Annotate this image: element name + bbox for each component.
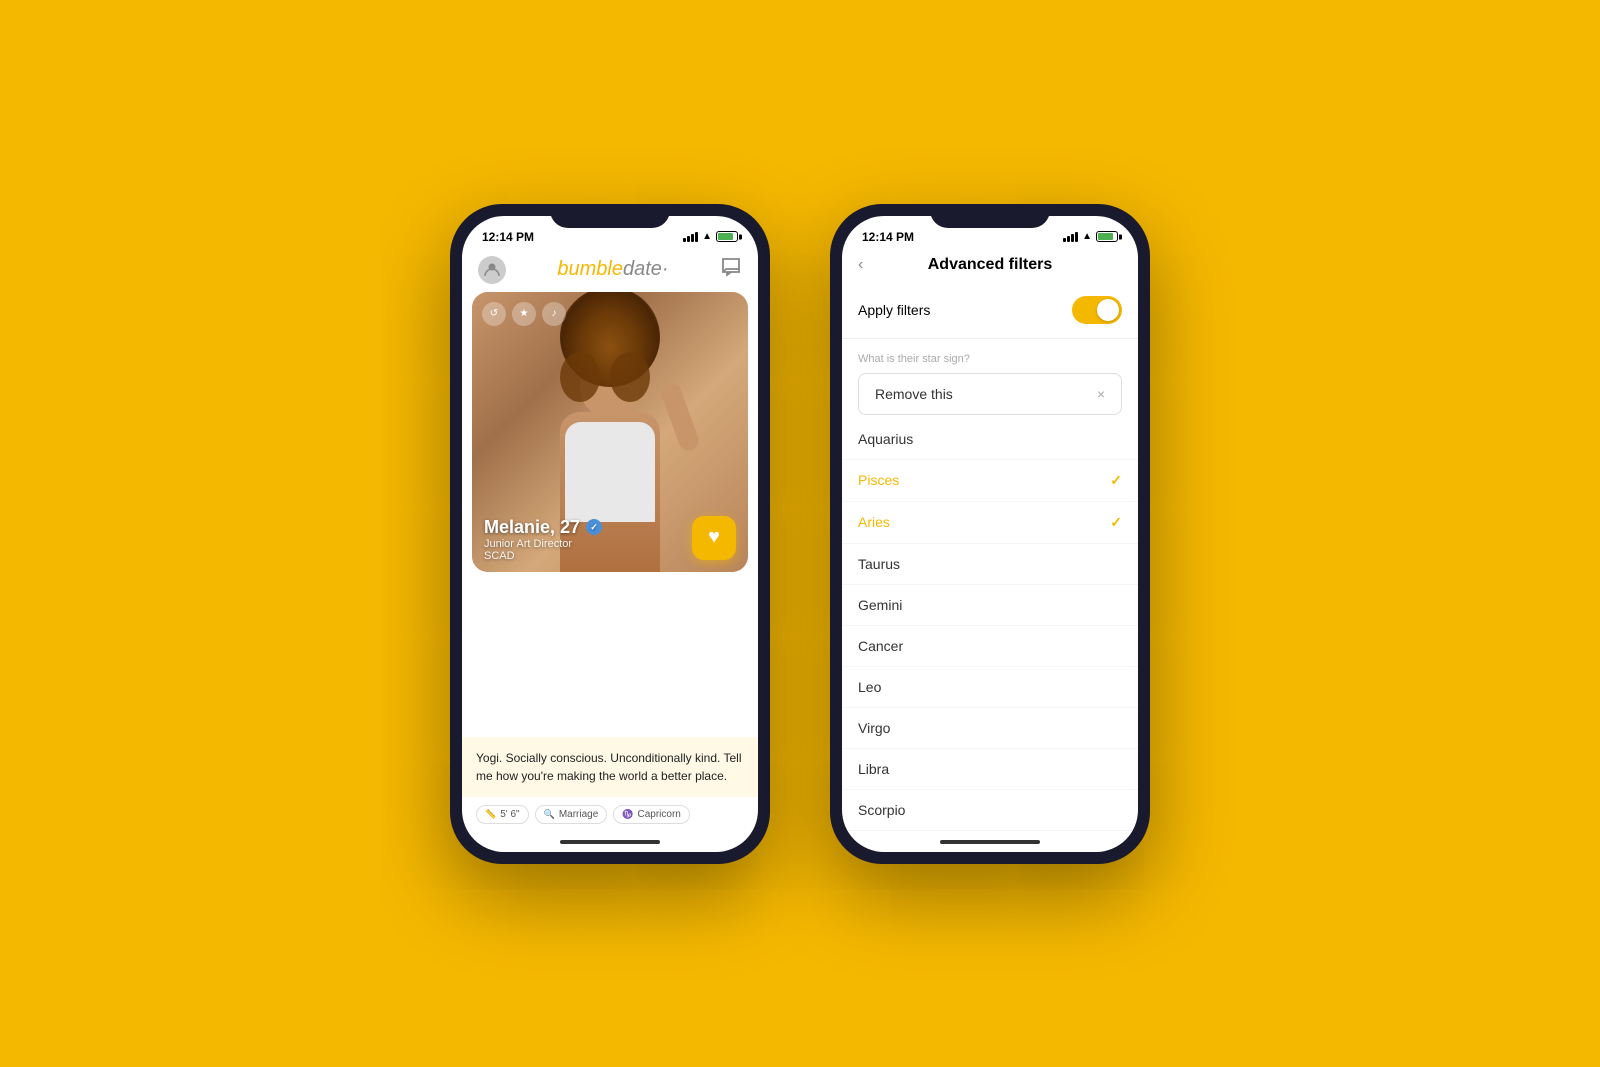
- signal-icon-right: [1063, 232, 1078, 242]
- zodiac-cancer[interactable]: Cancer: [842, 626, 1138, 667]
- zodiac-name-aquarius: Aquarius: [858, 431, 913, 447]
- home-indicator-right: [842, 832, 1138, 852]
- app-header: bumbledate·: [462, 252, 758, 292]
- zodiac-virgo[interactable]: Virgo: [842, 708, 1138, 749]
- home-bar-right: [940, 840, 1040, 844]
- zodiac-gemini[interactable]: Gemini: [842, 585, 1138, 626]
- battery-fill-right: [1098, 233, 1113, 240]
- profile-school: SCAD: [484, 550, 602, 562]
- zodiac-aquarius[interactable]: Aquarius: [842, 419, 1138, 460]
- zodiac-pisces[interactable]: Pisces ✓: [842, 460, 1138, 502]
- app-logo: bumbledate·: [557, 258, 668, 281]
- height-icon: 📏: [485, 809, 496, 820]
- height-tag: 📏 5' 6": [476, 805, 529, 824]
- status-icons-right: ▲: [1063, 231, 1118, 242]
- zodiac-list: Aquarius Pisces ✓ Aries ✓ Taurus Gemini: [842, 419, 1138, 832]
- logo-bumble: bumble: [557, 258, 623, 280]
- bio-section: Yogi. Socially conscious. Unconditionall…: [462, 737, 758, 797]
- remove-filter-button[interactable]: ×: [1097, 386, 1105, 402]
- toggle-knob: [1097, 299, 1119, 321]
- zodiac-name-libra: Libra: [858, 761, 889, 777]
- battery-icon-right: [1096, 231, 1118, 242]
- selected-filter-row: Remove this ×: [858, 373, 1122, 415]
- wifi-icon: ▲: [702, 231, 712, 242]
- boost-icon[interactable]: ♪: [542, 302, 566, 326]
- star-sign-question: What is their star sign?: [842, 345, 1138, 369]
- messages-icon[interactable]: [720, 256, 742, 284]
- time-right: 12:14 PM: [862, 230, 914, 244]
- zodiac-name-aries: Aries: [858, 514, 890, 530]
- wifi-icon-right: ▲: [1082, 231, 1092, 242]
- bio-text: Yogi. Socially conscious. Unconditionall…: [476, 749, 744, 785]
- intention-tag: 🔍 Marriage: [535, 805, 608, 824]
- card-action-icons: ↺ ★ ♪: [482, 302, 566, 326]
- signal-icon: [683, 232, 698, 242]
- home-bar: [560, 840, 660, 844]
- zodiac-name-gemini: Gemini: [858, 597, 902, 613]
- intention-label: Marriage: [559, 809, 598, 820]
- left-phone: 12:14 PM ▲: [450, 204, 770, 864]
- capricorn-icon: ♑: [622, 809, 633, 820]
- zodiac-taurus[interactable]: Taurus: [842, 544, 1138, 585]
- zodiac-name-scorpio: Scorpio: [858, 802, 905, 818]
- apply-filters-toggle[interactable]: [1072, 296, 1122, 324]
- profile-card[interactable]: ↺ ★ ♪ Melanie, 27 ✓ Junior Art Director …: [472, 292, 748, 572]
- filter-content: Apply filters What is their star sign? R…: [842, 282, 1138, 832]
- apply-filters-row: Apply filters: [842, 282, 1138, 339]
- battery-fill: [718, 233, 733, 240]
- filter-header: ‹ Advanced filters: [842, 252, 1138, 282]
- pisces-check-icon: ✓: [1110, 472, 1122, 489]
- status-icons-left: ▲: [683, 231, 738, 242]
- back-button[interactable]: ‹: [858, 256, 863, 274]
- apply-filters-label: Apply filters: [858, 302, 930, 318]
- zodiac-tag: ♑ Capricorn: [613, 805, 690, 824]
- heart-search-icon: 🔍: [544, 809, 555, 820]
- zodiac-scorpio[interactable]: Scorpio: [842, 790, 1138, 831]
- zodiac-name-leo: Leo: [858, 679, 881, 695]
- battery-icon: [716, 231, 738, 242]
- like-button[interactable]: ♥: [692, 516, 736, 560]
- profile-avatar-btn[interactable]: [478, 256, 506, 284]
- zodiac-libra[interactable]: Libra: [842, 749, 1138, 790]
- profile-job: Junior Art Director: [484, 538, 602, 550]
- time-left: 12:14 PM: [482, 230, 534, 244]
- notch-right: [930, 204, 1050, 228]
- zodiac-name-virgo: Virgo: [858, 720, 890, 736]
- profile-name: Melanie, 27 ✓: [484, 517, 602, 538]
- selected-filter-text: Remove this: [875, 386, 953, 402]
- tags-row: 📏 5' 6" 🔍 Marriage ♑ Capricorn: [462, 797, 758, 832]
- super-icon[interactable]: ★: [512, 302, 536, 326]
- card-area: ↺ ★ ♪ Melanie, 27 ✓ Junior Art Director …: [462, 292, 758, 737]
- right-phone: 12:14 PM ▲ ‹ Advanced filters: [830, 204, 1150, 864]
- undo-icon[interactable]: ↺: [482, 302, 506, 326]
- aries-check-icon: ✓: [1110, 514, 1122, 531]
- zodiac-name-cancer: Cancer: [858, 638, 903, 654]
- height-label: 5' 6": [500, 809, 519, 820]
- notch: [550, 204, 670, 228]
- card-info: Melanie, 27 ✓ Junior Art Director SCAD: [484, 517, 602, 562]
- zodiac-leo[interactable]: Leo: [842, 667, 1138, 708]
- zodiac-aries[interactable]: Aries ✓: [842, 502, 1138, 544]
- verified-badge: ✓: [586, 519, 602, 535]
- home-indicator-left: [462, 832, 758, 852]
- zodiac-name-pisces: Pisces: [858, 472, 899, 488]
- filter-title: Advanced filters: [928, 256, 1052, 274]
- zodiac-label: Capricorn: [638, 809, 681, 820]
- zodiac-name-taurus: Taurus: [858, 556, 900, 572]
- logo-date: date·: [623, 258, 669, 280]
